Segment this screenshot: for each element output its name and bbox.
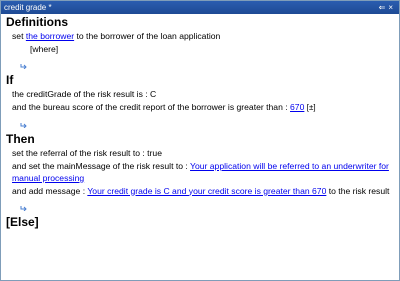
condition-text: and the bureau score of the credit repor… (12, 101, 288, 112)
then-action-3: and add message : Your credit grade is C… (6, 185, 394, 198)
then-action-1: set the referral of the risk result to :… (12, 148, 162, 158)
if-condition-2: and the bureau score of the credit repor… (6, 101, 394, 115)
action-text: and add message : (12, 185, 86, 196)
window-title: credit grade * (4, 3, 52, 12)
else-header[interactable]: [Else] (6, 215, 394, 230)
if-condition-1: the creditGrade of the risk result is : … (12, 89, 157, 99)
set-keyword: set (12, 31, 24, 41)
rule-editor-window: credit grade * ⇐× Definitions set the bo… (0, 0, 400, 281)
variable-link-the-borrower[interactable]: the borrower (26, 31, 74, 41)
then-action-2: and set the mainMessage of the risk resu… (6, 160, 394, 185)
then-header: Then (6, 132, 35, 146)
bracket-toggle[interactable]: [±] (307, 103, 316, 112)
where-placeholder[interactable]: [where] (6, 43, 394, 56)
definition-line: set the borrower to the borrower of the … (6, 30, 394, 43)
minimize-icon[interactable]: ⇐ (379, 3, 389, 12)
action-text: and set the mainMessage of the risk resu… (12, 160, 188, 171)
insert-arrow-icon[interactable] (6, 201, 28, 214)
add-message-link[interactable]: Your credit grade is C and your credit s… (87, 186, 326, 196)
definition-text: to the borrower of the loan application (76, 31, 221, 41)
window-controls[interactable]: ⇐× (379, 1, 396, 14)
insert-arrow-icon[interactable] (6, 59, 28, 72)
if-header: If (6, 73, 14, 87)
action-suffix: to the risk result (328, 185, 390, 196)
rule-text-editor[interactable]: Definitions set the borrower to the borr… (2, 15, 398, 280)
insert-arrow-icon[interactable] (6, 118, 28, 131)
score-value-link[interactable]: 670 (290, 102, 304, 112)
title-bar: credit grade * ⇐× (1, 1, 399, 14)
definitions-header: Definitions (6, 15, 68, 29)
close-icon[interactable]: × (388, 3, 396, 12)
